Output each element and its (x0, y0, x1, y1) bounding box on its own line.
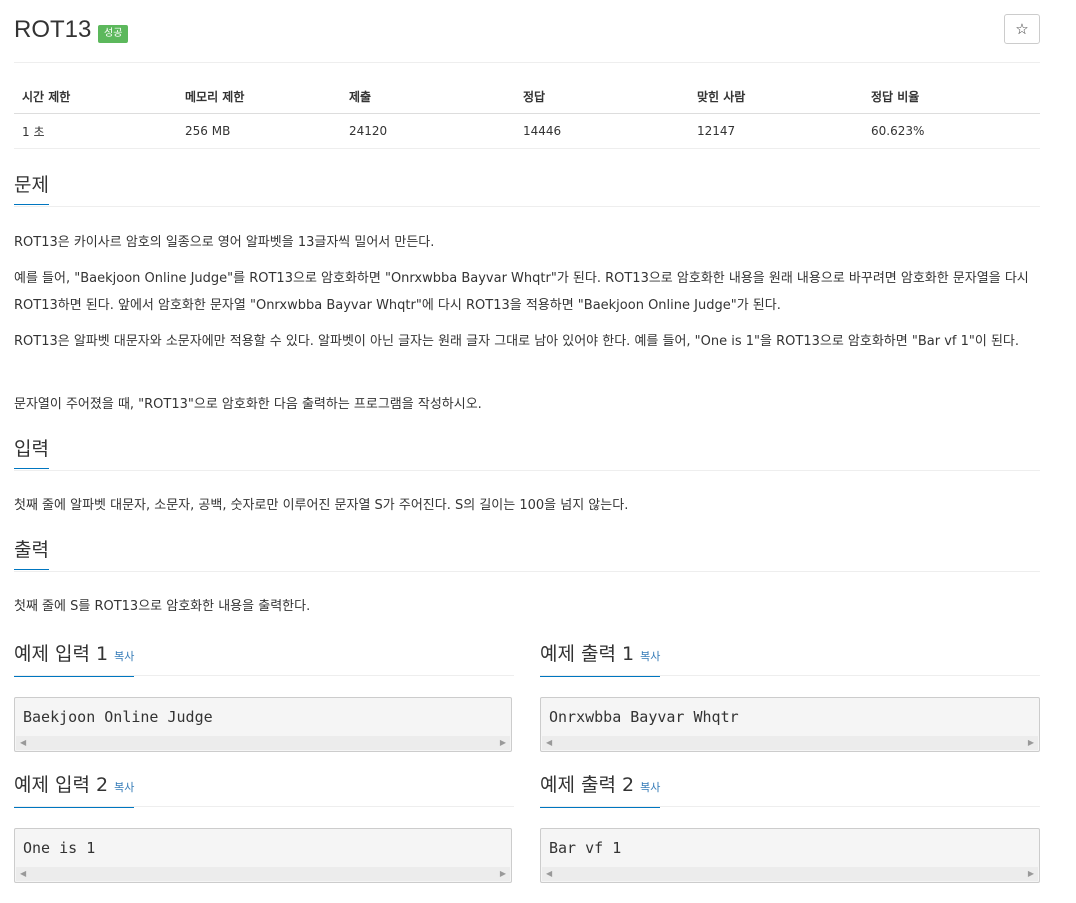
horizontal-scrollbar[interactable]: ◀ ▶ (542, 736, 1038, 750)
table-header-row: 시간 제한 메모리 제한 제출 정답 맞힌 사람 정답 비율 (14, 80, 1040, 114)
scroll-right-arrow-icon[interactable]: ▶ (500, 739, 506, 747)
example-input-2-box[interactable]: One is 1 ◀ ▶ (14, 828, 512, 883)
example-input-1-heading: 예제 입력 1 복사 (14, 641, 514, 677)
example-input-1-box[interactable]: Baekjoon Online Judge ◀ ▶ (14, 697, 512, 752)
example-output-1-title: 예제 출력 1 (540, 643, 635, 665)
value-accept-ratio: 60.623% (863, 113, 1040, 149)
value-solvers: 12147 (689, 113, 863, 149)
input-heading: 입력 (14, 436, 49, 469)
scroll-left-arrow-icon[interactable]: ◀ (546, 739, 552, 747)
horizontal-scrollbar[interactable]: ◀ ▶ (16, 867, 510, 881)
header-time-limit: 시간 제한 (14, 80, 177, 114)
scroll-right-arrow-icon[interactable]: ▶ (500, 870, 506, 878)
horizontal-scrollbar[interactable]: ◀ ▶ (16, 736, 510, 750)
scroll-left-arrow-icon[interactable]: ◀ (20, 739, 26, 747)
example-output-1-text: Onrxwbba Bayvar Whqtr (549, 708, 739, 726)
input-description: 첫째 줄에 알파벳 대문자, 소문자, 공백, 숫자로만 이루어진 문자열 S가… (14, 498, 629, 513)
star-icon: ☆ (1015, 20, 1029, 38)
problem-page: ROT13 성공 ☆ 시간 제한 메모리 제한 제출 정답 맞힌 사람 정답 비… (0, 0, 1076, 903)
value-memory-limit: 256 MB (177, 113, 341, 149)
example-input-1-title: 예제 입력 1 (14, 643, 109, 665)
output-section-heading: 출력 (14, 537, 1040, 572)
value-submissions: 24120 (341, 113, 515, 149)
scroll-left-arrow-icon[interactable]: ◀ (20, 870, 26, 878)
header-solvers: 맞힌 사람 (689, 80, 863, 114)
copy-example-output-2-link[interactable]: 복사 (640, 781, 660, 794)
table-row: 1 초 256 MB 24120 14446 12147 60.623% (14, 113, 1040, 149)
problem-paragraph-2: 예를 들어, "Baekjoon Online Judge"를 ROT13으로 … (14, 271, 1029, 313)
example-output-2-text: Bar vf 1 (549, 839, 622, 857)
header-submissions: 제출 (341, 80, 515, 114)
problem-paragraph-3: ROT13은 알파벳 대문자와 소문자에만 적용할 수 있다. 알파벳이 아닌 … (14, 334, 1020, 349)
problem-heading: 문제 (14, 172, 49, 205)
example-output-2-box[interactable]: Bar vf 1 ◀ ▶ (540, 828, 1040, 883)
value-accepted: 14446 (515, 113, 689, 149)
scroll-right-arrow-icon[interactable]: ▶ (1028, 739, 1034, 747)
problem-paragraph-4: 문자열이 주어졌을 때, "ROT13"으로 암호화한 다음 출력하는 프로그램… (14, 397, 482, 412)
header-accepted: 정답 (515, 80, 689, 114)
example-input-2-heading: 예제 입력 2 복사 (14, 772, 514, 808)
problem-section-heading: 문제 (14, 172, 1040, 207)
star-button[interactable]: ☆ (1004, 14, 1040, 44)
status-badge: 성공 (98, 25, 129, 43)
problem-info-table: 시간 제한 메모리 제한 제출 정답 맞힌 사람 정답 비율 1 초 256 M… (14, 80, 1040, 149)
page-title: ROT13 (14, 16, 92, 43)
problem-paragraph-1: ROT13은 카이사르 암호의 일종으로 영어 알파벳을 13글자씩 밀어서 만… (14, 235, 435, 250)
output-description: 첫째 줄에 S를 ROT13으로 암호화한 내용을 출력한다. (14, 599, 311, 614)
example-output-1-heading: 예제 출력 1 복사 (540, 641, 1040, 677)
example-input-2-title: 예제 입력 2 (14, 774, 109, 796)
example-output-2-title: 예제 출력 2 (540, 774, 635, 796)
header-memory-limit: 메모리 제한 (177, 80, 341, 114)
example-input-1-text: Baekjoon Online Judge (23, 708, 213, 726)
example-input-2-text: One is 1 (23, 839, 96, 857)
example-output-1-box[interactable]: Onrxwbba Bayvar Whqtr ◀ ▶ (540, 697, 1040, 752)
scroll-left-arrow-icon[interactable]: ◀ (546, 870, 552, 878)
value-time-limit: 1 초 (14, 113, 177, 149)
input-section-heading: 입력 (14, 436, 1040, 471)
scroll-right-arrow-icon[interactable]: ▶ (1028, 870, 1034, 878)
copy-example-output-1-link[interactable]: 복사 (640, 650, 660, 663)
example-output-2-heading: 예제 출력 2 복사 (540, 772, 1040, 808)
copy-example-input-1-link[interactable]: 복사 (114, 650, 134, 663)
problem-header: ROT13 성공 ☆ (14, 12, 1040, 63)
horizontal-scrollbar[interactable]: ◀ ▶ (542, 867, 1038, 881)
output-heading: 출력 (14, 537, 49, 570)
copy-example-input-2-link[interactable]: 복사 (114, 781, 134, 794)
header-accept-ratio: 정답 비율 (863, 80, 1040, 114)
